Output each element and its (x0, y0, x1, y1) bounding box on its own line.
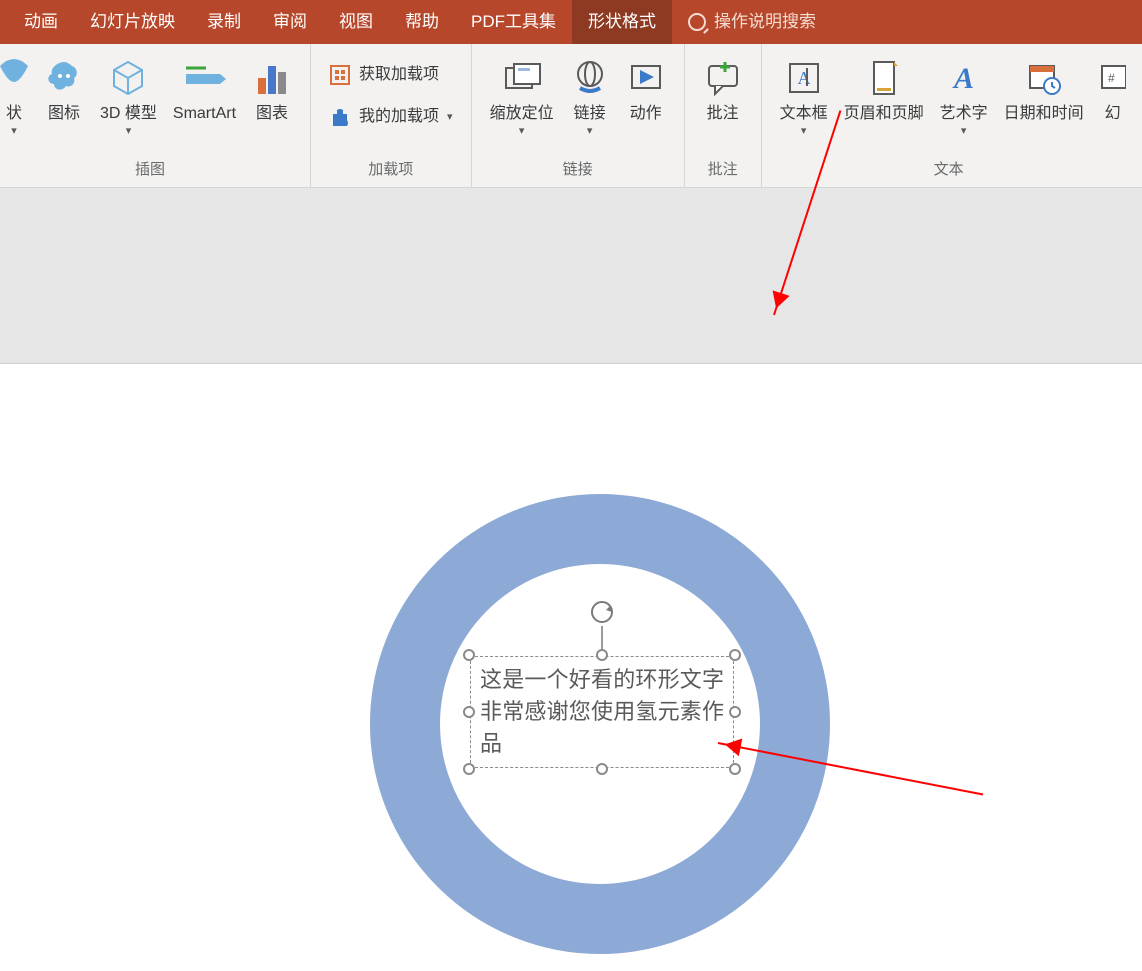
zoom-label: 缩放定位 (490, 104, 554, 123)
slide-canvas[interactable]: 这是一个好看的环形文字非常感谢您使用氢元素作品 (0, 364, 1142, 971)
datetime-icon (1024, 54, 1064, 102)
rotate-stem (601, 626, 603, 650)
smartart-label: SmartArt (173, 104, 236, 123)
cube-icon (108, 54, 148, 102)
smartart-icon (182, 54, 226, 102)
tab-record[interactable]: 录制 (191, 0, 257, 44)
headerfooter-button[interactable]: 页眉和页脚 (836, 50, 932, 123)
svg-text:A: A (797, 68, 810, 88)
tab-animation[interactable]: 动画 (8, 0, 74, 44)
rotate-handle[interactable] (588, 598, 616, 626)
textbox-label: 文本框 (780, 104, 828, 123)
slidenumber-label: 幻 (1105, 104, 1121, 123)
tell-me-label: 操作说明搜索 (714, 0, 816, 44)
ribbon: 状 ▾ 图标 3D 模型 ▾ SmartArt (0, 44, 1142, 188)
tab-view[interactable]: 视图 (323, 0, 389, 44)
comment-label: 批注 (707, 104, 739, 123)
datetime-label: 日期和时间 (1004, 104, 1084, 123)
slidenumber-button[interactable]: # 幻 (1092, 50, 1126, 123)
slidenumber-icon: # (1100, 54, 1126, 102)
icons-icon (44, 54, 84, 102)
link-label: 链接 (574, 104, 606, 123)
smartart-button[interactable]: SmartArt (165, 50, 244, 123)
textbox-content[interactable]: 这是一个好看的环形文字非常感谢您使用氢元素作品 (480, 664, 724, 760)
headerfooter-label: 页眉和页脚 (844, 104, 924, 123)
chevron-down-icon: ▾ (519, 125, 525, 138)
svg-text:A: A (952, 62, 974, 95)
hyperlink-icon (570, 54, 610, 102)
secondary-panel (0, 188, 1142, 364)
group-comments: 批注 批注 (685, 44, 762, 187)
resize-handle-tr[interactable] (729, 649, 741, 661)
lightbulb-icon (688, 13, 706, 31)
svg-text:#: # (1108, 71, 1115, 85)
my-addins-button[interactable]: 我的加载项 ▾ (321, 102, 461, 132)
store-icon (329, 64, 351, 86)
ribbon-tabs: 动画 幻灯片放映 录制 审阅 视图 帮助 PDF工具集 形状格式 操作说明搜索 (0, 0, 1142, 44)
comment-icon (703, 54, 743, 102)
zoom-icon (500, 54, 544, 102)
shapes-button[interactable]: 状 ▾ (0, 50, 36, 138)
textbox-button[interactable]: A 文本框 ▾ (772, 50, 836, 138)
wordart-button[interactable]: A 艺术字 ▾ (932, 50, 996, 138)
chevron-down-icon: ▾ (801, 125, 807, 138)
shapes-label: 状 (6, 104, 22, 123)
wordart-label: 艺术字 (940, 104, 988, 123)
chart-button[interactable]: 图表 (244, 50, 300, 123)
tab-review[interactable]: 审阅 (257, 0, 323, 44)
group-links-label: 链接 (482, 154, 674, 185)
link-button[interactable]: 链接 ▾ (562, 50, 618, 138)
chevron-down-icon: ▾ (447, 111, 453, 124)
shapes-icon (0, 54, 28, 102)
tab-slideshow[interactable]: 幻灯片放映 (74, 0, 191, 44)
resize-handle-br[interactable] (729, 763, 741, 775)
chevron-down-icon: ▾ (11, 125, 17, 138)
datetime-button[interactable]: 日期和时间 (996, 50, 1092, 123)
group-illustrations: 状 ▾ 图标 3D 模型 ▾ SmartArt (0, 44, 311, 187)
textbox-selection[interactable]: 这是一个好看的环形文字非常感谢您使用氢元素作品 (470, 656, 734, 768)
comment-button[interactable]: 批注 (695, 50, 751, 123)
3dmodel-label: 3D 模型 (100, 104, 157, 123)
group-addins-label: 加载项 (321, 154, 461, 185)
chevron-down-icon: ▾ (126, 125, 132, 138)
resize-handle-bm[interactable] (596, 763, 608, 775)
puzzle-icon (329, 106, 351, 128)
tell-me-search[interactable]: 操作说明搜索 (672, 0, 832, 44)
resize-handle-bl[interactable] (463, 763, 475, 775)
icons-label: 图标 (48, 104, 80, 123)
textbox-icon: A (784, 54, 824, 102)
3dmodel-button[interactable]: 3D 模型 ▾ (92, 50, 165, 138)
group-links: 缩放定位 ▾ 链接 ▾ 动作 链接 (472, 44, 685, 187)
group-text: A 文本框 ▾ 页眉和页脚 A 艺术字 ▾ (762, 44, 1136, 187)
get-addins-label: 获取加载项 (359, 65, 439, 84)
wordart-icon: A (944, 54, 984, 102)
action-icon (626, 54, 666, 102)
resize-handle-tl[interactable] (463, 649, 475, 661)
action-button[interactable]: 动作 (618, 50, 674, 123)
chevron-down-icon: ▾ (961, 125, 967, 138)
chart-icon (252, 54, 292, 102)
resize-handle-ml[interactable] (463, 706, 475, 718)
icons-button[interactable]: 图标 (36, 50, 92, 123)
tab-shape-format[interactable]: 形状格式 (572, 0, 672, 44)
zoom-button[interactable]: 缩放定位 ▾ (482, 50, 562, 138)
group-comments-label: 批注 (695, 154, 751, 185)
my-addins-label: 我的加载项 (359, 107, 439, 126)
resize-handle-mr[interactable] (729, 706, 741, 718)
group-illustrations-label: 插图 (0, 154, 300, 185)
action-label: 动作 (630, 104, 662, 123)
tab-help[interactable]: 帮助 (389, 0, 455, 44)
get-addins-button[interactable]: 获取加载项 (321, 60, 461, 90)
group-addins: 获取加载项 我的加载项 ▾ 加载项 (311, 44, 472, 187)
chart-label: 图表 (256, 104, 288, 123)
resize-handle-tm[interactable] (596, 649, 608, 661)
headerfooter-icon (864, 54, 904, 102)
chevron-down-icon: ▾ (587, 125, 593, 138)
tab-pdftools[interactable]: PDF工具集 (455, 0, 572, 44)
